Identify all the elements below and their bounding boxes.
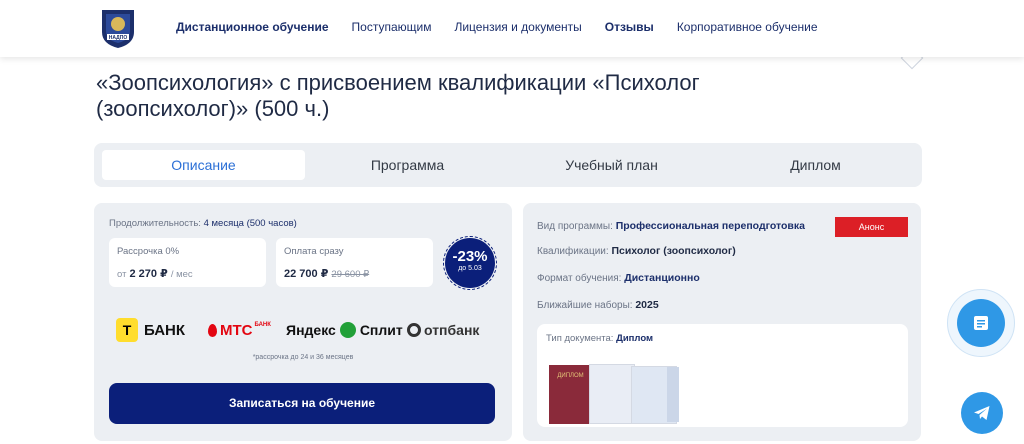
mts-egg-icon xyxy=(208,323,217,337)
otp-bank-logo: отпбанк xyxy=(407,317,479,343)
installment-label: Рассрочка 0% xyxy=(117,246,180,257)
mts-bank-logo: МТС БАНК xyxy=(208,317,271,343)
full-payment-price: 22 700 ₽ 29 600 ₽ xyxy=(284,268,370,280)
tbank-logo: Т БАНК xyxy=(116,317,185,343)
otp-ring-icon xyxy=(407,323,421,337)
enroll-button[interactable]: Записаться на обучение xyxy=(109,383,495,424)
nav-distance-learning[interactable]: Дистанционное обучение xyxy=(176,20,329,34)
nearest-sets: Ближайшие наборы: 2025 xyxy=(537,299,659,311)
main-nav: Дистанционное обучение Поступающим Лицен… xyxy=(176,20,841,34)
bank-logos: Т БАНК МТС БАНК Яндекс Сплит отпбанк xyxy=(116,317,496,343)
tab-diploma[interactable]: Диплом xyxy=(714,150,917,180)
request-form-button[interactable] xyxy=(957,299,1005,347)
telegram-icon xyxy=(974,406,990,420)
logo-emblem-icon: НАДПО xyxy=(102,10,134,48)
page-title: «Зоопсихология» с присвоением квалификац… xyxy=(96,70,700,121)
duration-value: 4 месяца (500 часов) xyxy=(203,218,297,229)
nav-applicants[interactable]: Поступающим xyxy=(352,20,432,34)
announcement-badge: Анонс xyxy=(835,217,908,237)
old-price: 29 600 ₽ xyxy=(331,269,370,280)
tbank-mark-icon: Т xyxy=(116,318,138,342)
tab-program[interactable]: Программа xyxy=(306,150,509,180)
nav-corporate[interactable]: Корпоративное обучение xyxy=(677,20,818,34)
tab-curriculum[interactable]: Учебный план xyxy=(510,150,713,180)
chat-form-icon xyxy=(974,316,988,330)
site-logo[interactable]: НАДПО xyxy=(96,6,140,50)
tab-description[interactable]: Описание xyxy=(102,150,305,180)
full-payment-box[interactable]: Оплата сразу 22 700 ₽ 29 600 ₽ xyxy=(276,238,433,287)
installment-price: от 2 270 ₽ / мес xyxy=(117,268,193,280)
program-type: Вид программы: Профессиональная переподг… xyxy=(537,220,805,232)
duration: Продолжительность: 4 месяца (500 часов) xyxy=(109,218,297,229)
document-type-box: Тип документа: Диплом ДИПЛОМ xyxy=(537,324,908,427)
diploma-edge-image xyxy=(667,367,679,422)
program-details-card: Вид программы: Профессиональная переподг… xyxy=(523,203,921,441)
installment-box[interactable]: Рассрочка 0% от 2 270 ₽ / мес xyxy=(109,238,266,287)
svg-text:НАДПО: НАДПО xyxy=(109,35,128,41)
diploma-page-image xyxy=(589,364,635,424)
site-header: НАДПО Дистанционное обучение Поступающим… xyxy=(0,0,1024,57)
telegram-button[interactable] xyxy=(961,392,1003,434)
qualification: Квалификации: Психолог (зоопсихолог) xyxy=(537,245,736,257)
installment-footnote: *рассрочка до 24 и 36 месяцев xyxy=(252,354,354,361)
yandex-split-logo: Яндекс Сплит xyxy=(286,322,403,338)
study-format: Формат обучения: Дистанционно xyxy=(537,272,700,284)
split-icon xyxy=(339,322,356,338)
nav-reviews[interactable]: Отзывы xyxy=(605,20,654,34)
document-type: Тип документа: Диплом xyxy=(546,333,654,344)
course-tabs: Описание Программа Учебный план Диплом xyxy=(94,143,922,187)
discount-badge: -23% до 5.03 xyxy=(445,238,495,288)
full-payment-label: Оплата сразу xyxy=(284,246,344,257)
diploma-cover-image: ДИПЛОМ xyxy=(549,365,592,424)
nav-license-docs[interactable]: Лицензия и документы xyxy=(454,20,581,34)
pricing-card: Продолжительность: 4 месяца (500 часов) … xyxy=(94,203,512,441)
